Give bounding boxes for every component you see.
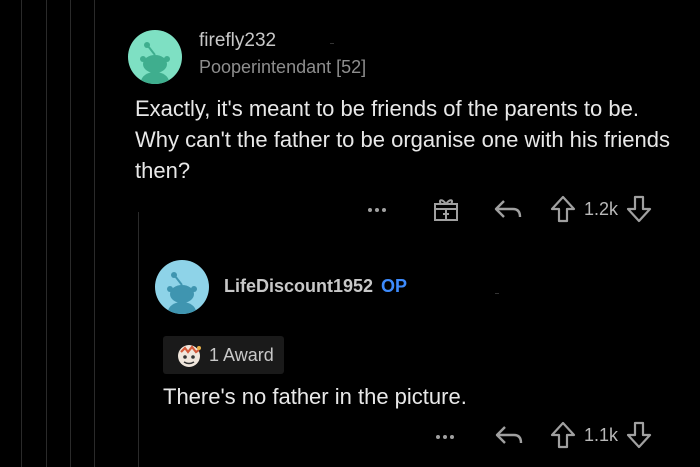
- comment-author[interactable]: LifeDiscount1952 OP: [224, 276, 407, 297]
- more-options-button[interactable]: [366, 200, 388, 220]
- vote-count: 1.1k: [584, 424, 619, 445]
- comment-author[interactable]: firefly232: [199, 30, 276, 52]
- more-options-button[interactable]: [434, 427, 456, 447]
- thread-line-reply[interactable]: [138, 212, 139, 467]
- award-badge[interactable]: 1 Award: [163, 336, 284, 374]
- avatar[interactable]: [128, 30, 182, 84]
- downvote-icon[interactable]: [626, 421, 652, 449]
- comment-body: There's no father in the picture.: [163, 384, 467, 409]
- thread-line-3[interactable]: [70, 0, 71, 467]
- reply-arrow-icon: [494, 200, 522, 218]
- more-horizontal-icon: [368, 208, 386, 212]
- vote-controls: 1.2k: [550, 195, 652, 223]
- reply-button[interactable]: [494, 422, 524, 448]
- more-horizontal-icon: [436, 435, 454, 439]
- thread-line-1[interactable]: [21, 0, 22, 467]
- give-award-button[interactable]: [432, 196, 460, 222]
- op-badge: OP: [381, 276, 408, 296]
- give-award-icon: [434, 199, 458, 221]
- downvote-icon[interactable]: [626, 195, 652, 223]
- vote-count: 1.2k: [584, 198, 619, 219]
- comment-body: Exactly, it's meant to be friends of the…: [135, 96, 670, 183]
- thread-line-2[interactable]: [46, 0, 47, 467]
- wholesome-award-icon: [178, 345, 201, 367]
- reply-button[interactable]: [493, 196, 523, 222]
- award-label: 1 Award: [209, 344, 274, 365]
- user-flair: Pooperintendant [52]: [199, 57, 367, 77]
- upvote-icon[interactable]: [550, 421, 576, 449]
- snoo-avatar-icon: [140, 42, 170, 84]
- divider-dot: [330, 43, 334, 44]
- upvote-icon[interactable]: [550, 195, 576, 223]
- reply-arrow-icon: [495, 426, 523, 444]
- username-text[interactable]: LifeDiscount1952: [224, 276, 373, 296]
- snoo-avatar-icon: [167, 272, 197, 314]
- divider-dot: [495, 293, 499, 294]
- avatar[interactable]: [155, 260, 209, 314]
- vote-controls: 1.1k: [550, 421, 652, 449]
- thread-line-4[interactable]: [94, 0, 95, 467]
